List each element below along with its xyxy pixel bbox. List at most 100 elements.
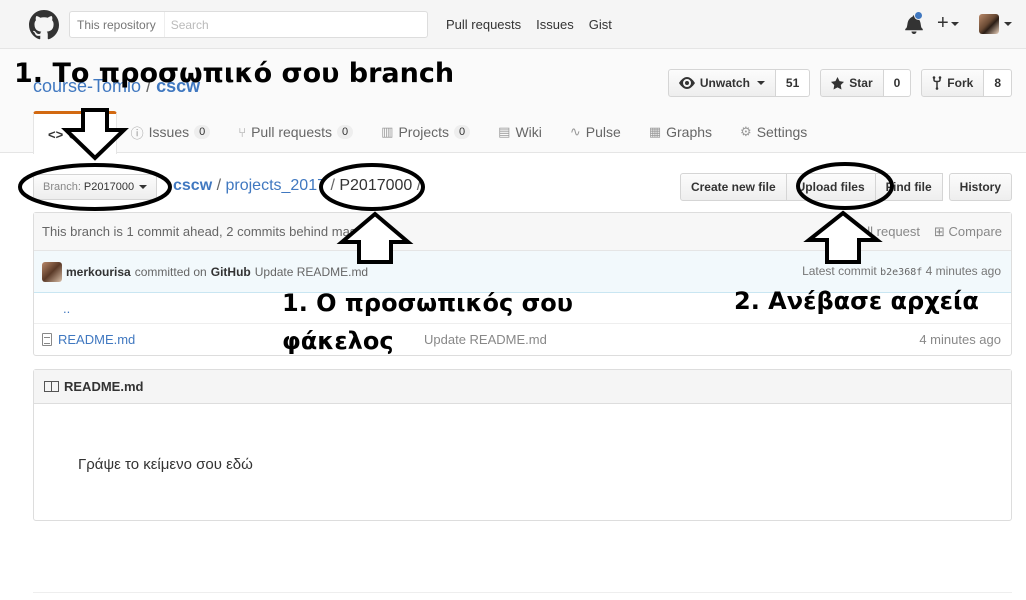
star-icon: [831, 76, 845, 90]
star-count[interactable]: 0: [883, 69, 912, 97]
projects-counter: 0: [454, 125, 471, 139]
repo-owner-link[interactable]: course-Tomio: [33, 76, 141, 96]
fork-count[interactable]: 8: [984, 69, 1012, 97]
unread-notification-dot: [914, 11, 923, 20]
star-group: Star 0: [820, 69, 912, 97]
repo-name: cscw: [156, 76, 201, 96]
header-nav-gist[interactable]: Gist: [589, 17, 612, 32]
pull-request-link[interactable]: ⑂ Pull request: [840, 224, 920, 240]
latest-commit-info: Latest commit b2e368f 4 minutes ago: [802, 264, 1001, 278]
tab-label: Pulse: [585, 124, 621, 140]
file-age: 4 minutes ago: [919, 331, 1001, 347]
upload-files-button[interactable]: Upload files: [785, 173, 876, 201]
commit-author[interactable]: merkourisa: [66, 265, 131, 279]
commit-platform: GitHub: [210, 264, 251, 279]
user-menu[interactable]: [979, 14, 1012, 34]
find-file-button[interactable]: Find file: [874, 173, 943, 201]
create-new-menu[interactable]: +: [937, 12, 959, 34]
tab-label: Issues: [148, 124, 190, 140]
readme-content: Γράψε το κείμενο σου εδώ: [78, 456, 253, 473]
unwatch-label: Unwatch: [699, 76, 750, 90]
unwatch-button[interactable]: Unwatch: [667, 69, 776, 97]
tab-label: Code: [68, 126, 102, 142]
fork-button[interactable]: Fork: [921, 69, 985, 97]
star-button[interactable]: Star: [820, 69, 884, 97]
header-nav: Pull requests Issues Gist: [446, 17, 612, 32]
repo-name-link[interactable]: cscw: [156, 76, 200, 96]
tab-projects[interactable]: ▥ Projects 0: [367, 111, 484, 153]
site-header: This repository Pull requests Issues Gis…: [0, 0, 1026, 49]
commit-age: 4 minutes ago: [925, 264, 1001, 278]
latest-commit-label: Latest commit: [802, 264, 877, 278]
breadcrumb-folder-link[interactable]: projects_2017: [225, 177, 326, 194]
fork-group: Fork 8: [921, 69, 1012, 97]
commit-verb: committed on: [134, 264, 207, 279]
branch-select-button[interactable]: Branch: P2017000: [33, 174, 158, 200]
tab-graphs[interactable]: ▦ Graphs: [635, 111, 726, 153]
watch-group: Unwatch 51: [667, 69, 811, 97]
tab-pull-requests[interactable]: ⑂ Pull requests 0: [224, 111, 367, 153]
parent-dir-link[interactable]: ..: [42, 301, 70, 316]
repo-nav: <> Code ⓘ Issues 0 ⑂ Pull requests 0 ▥ P…: [33, 111, 821, 154]
code-icon: <>: [48, 126, 64, 142]
watch-count[interactable]: 51: [775, 69, 811, 97]
chevron-down-icon: [756, 81, 765, 85]
pulse-icon: ∿: [569, 124, 581, 139]
commit-message-link[interactable]: Update README.md: [255, 265, 368, 279]
tab-label: Graphs: [666, 124, 713, 140]
header-nav-pull-requests[interactable]: Pull requests: [446, 17, 521, 32]
tab-issues[interactable]: ⓘ Issues 0: [117, 111, 225, 153]
chevron-down-icon: [139, 185, 148, 189]
search-box: This repository: [69, 11, 428, 38]
tab-wiki[interactable]: ▤ Wiki: [484, 111, 556, 153]
gear-icon: ⚙: [740, 124, 752, 139]
search-scope-label: This repository: [70, 12, 165, 37]
tab-pulse[interactable]: ∿ Pulse: [556, 111, 635, 153]
pull-request-icon: ⑂: [839, 224, 852, 239]
graph-icon: ▦: [648, 124, 662, 139]
file-navigation: Branch: P2017000 cscw / projects_2017 / …: [33, 173, 1012, 201]
breadcrumb-repo-link[interactable]: cscw: [173, 177, 212, 194]
committer-avatar[interactable]: [42, 261, 62, 282]
star-label: Star: [849, 76, 873, 90]
compare-icon: ⊞: [934, 224, 949, 239]
tab-label: Pull requests: [251, 124, 333, 140]
repo-head: course-Tomio / cscw Unwatch 51 Star 0 Fo…: [0, 49, 1026, 154]
eye-icon: [678, 77, 695, 89]
tab-label: Projects: [398, 124, 450, 140]
search-input[interactable]: [164, 16, 427, 33]
table-row: README.md Update README.md 4 minutes ago: [34, 323, 1011, 354]
issue-icon: ⓘ: [130, 125, 144, 141]
fork-label: Fork: [947, 76, 974, 90]
pull-request-label: Pull request: [851, 224, 921, 239]
tab-code[interactable]: <> Code: [33, 111, 117, 154]
chevron-down-icon: [950, 21, 959, 26]
branch-name: P2017000: [83, 181, 135, 193]
breadcrumb-repo: cscw: [173, 177, 213, 194]
file-actions: Create new file Upload files Find file H…: [679, 173, 1012, 201]
branch-status-actions: ⑂ Pull request ⊞ Compare: [840, 224, 1002, 240]
branch-status-bar: This branch is 1 commit ahead, 2 commits…: [34, 213, 1011, 251]
branch-status-text: This branch is 1 commit ahead, 2 commits…: [42, 224, 375, 239]
compare-link[interactable]: ⊞ Compare: [934, 224, 1002, 240]
plus-icon: +: [937, 12, 949, 34]
latest-commit-bar: merkourisa committed on GitHub Update RE…: [34, 251, 1011, 293]
file-commit-message-link[interactable]: Update README.md: [424, 332, 547, 347]
repo-title-separator: /: [146, 76, 152, 96]
file-name-link[interactable]: README.md: [58, 332, 135, 347]
tab-label: Wiki: [515, 124, 542, 140]
readme-title: README.md: [64, 379, 144, 394]
issues-counter: 0: [194, 125, 211, 139]
tab-settings[interactable]: ⚙ Settings: [726, 111, 821, 153]
repo-title: course-Tomio / cscw: [33, 76, 200, 97]
history-button[interactable]: History: [948, 173, 1012, 201]
breadcrumb: cscw / projects_2017 / P2017000 /: [173, 177, 421, 195]
tab-label: Settings: [756, 124, 808, 140]
commit-sha-link[interactable]: b2e368f: [880, 267, 922, 278]
fork-icon: [932, 76, 942, 90]
github-logo-icon[interactable]: [29, 10, 59, 40]
readme-box: README.md Γράψε το κείμενο σου εδώ: [33, 369, 1012, 521]
create-new-file-button[interactable]: Create new file: [679, 173, 787, 201]
header-nav-issues[interactable]: Issues: [536, 17, 574, 32]
pull-requests-counter: 0: [337, 125, 354, 139]
